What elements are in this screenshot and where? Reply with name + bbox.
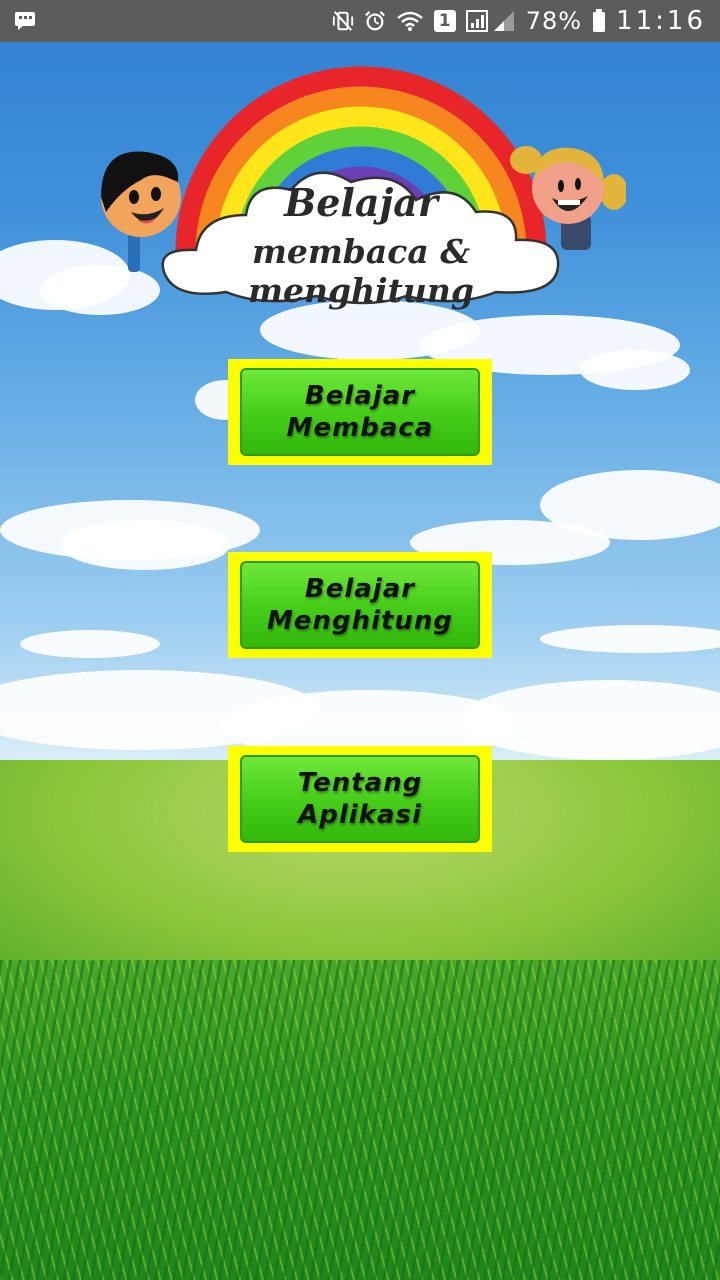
tentang-aplikasi-button-face[interactable]: Tentang Aplikasi <box>240 755 480 843</box>
cloud <box>580 350 690 390</box>
battery-percent: 78% <box>525 7 583 35</box>
belajar-membaca-button-face[interactable]: Belajar Membaca <box>240 368 480 456</box>
cloud <box>20 630 160 658</box>
button-label-line-1: Belajar <box>304 574 416 604</box>
title-line-2: membaca & menghitung <box>248 232 474 310</box>
button-label-line-2: Menghitung <box>266 606 454 636</box>
message-icon <box>14 10 36 32</box>
button-label-line-2: Aplikasi <box>298 800 422 830</box>
cloud <box>460 680 720 760</box>
app-title-banner: Belajar membaca & menghitung <box>96 52 626 317</box>
title-line-1: Belajar <box>284 180 438 225</box>
signal-icon <box>465 10 516 32</box>
sim-badge-label: 1 <box>438 11 451 31</box>
button-label-line-2: Membaca <box>286 413 434 443</box>
clock: 11:16 <box>616 6 706 36</box>
tentang-aplikasi-button[interactable]: Tentang Aplikasi <box>228 746 492 852</box>
cloud <box>60 520 230 570</box>
battery-icon <box>592 9 606 32</box>
sim-badge-icon: 1 <box>433 10 456 32</box>
belajar-menghitung-button[interactable]: Belajar Menghitung <box>228 552 492 658</box>
vibrate-mute-icon <box>332 10 354 32</box>
grass-field <box>0 960 720 1280</box>
button-label-line-1: Belajar <box>304 381 416 411</box>
belajar-menghitung-button-face[interactable]: Belajar Menghitung <box>240 561 480 649</box>
belajar-membaca-button[interactable]: Belajar Membaca <box>228 359 492 465</box>
status-bar: 1 78% 11:16 <box>0 0 720 42</box>
cloud <box>540 625 720 653</box>
title-cloud: Belajar membaca & menghitung <box>156 160 566 310</box>
wifi-icon <box>396 10 424 32</box>
button-label-line-1: Tentang <box>297 768 423 798</box>
alarm-icon <box>364 10 386 32</box>
